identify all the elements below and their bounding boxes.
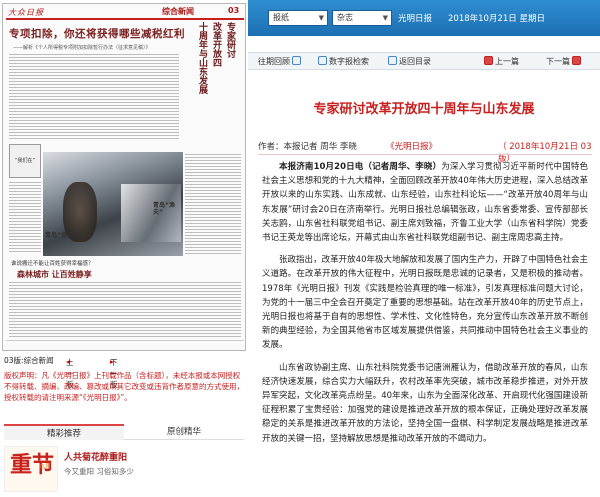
chevron-down-icon: ▼	[382, 14, 388, 22]
thumbnail-text-block	[9, 282, 241, 338]
thumbnail-text-block	[185, 154, 241, 254]
issue-date: 2018年10月21日 星期日	[448, 14, 545, 24]
thumbnail-vertical-headline[interactable]: 专家研讨 改革开放四 十周年与山东发展	[183, 22, 239, 152]
list-icon	[388, 56, 397, 65]
search-button[interactable]: 数字报检索	[318, 56, 369, 67]
thumbnail-side-headline: 青岛“渔夫”	[153, 202, 175, 216]
arrow-right-icon	[572, 56, 581, 65]
article-source-link[interactable]: 《光明日报》	[386, 140, 437, 152]
left-panel: 大众日报 综合新闻 03 专项扣除，你还将获得哪些减税红利 ——解析《个人所得税…	[0, 0, 248, 497]
masthead-logo: 大众日报	[8, 8, 44, 17]
thumbnail-box-ad: “我们在”	[9, 144, 41, 178]
calendar-icon	[292, 56, 301, 65]
thumbnail-page-number: 03	[228, 6, 240, 15]
search-icon	[318, 56, 327, 65]
thumbnail-small-caption: 谁说搬迁不能让百姓获得幸福感？	[11, 261, 94, 267]
title-divider	[258, 154, 592, 155]
arrow-left-icon	[484, 56, 493, 65]
article-paragraph: 山东省政协副主席、山东社科院党委书记唐洲雁认为，借助改革开放的春风，山东经济快速…	[262, 362, 588, 444]
thumbnail-divider	[6, 340, 244, 341]
vertical-headline-part: 改革开放四	[211, 22, 221, 67]
newspaper-page-thumbnail[interactable]: 大众日报 综合新闻 03 专项扣除，你还将获得哪些减税红利 ——解析《个人所得税…	[2, 3, 246, 351]
vertical-headline-part: 十周年与山东发展	[197, 22, 207, 94]
publication-type-select[interactable]: 报纸 ▼	[268, 10, 328, 26]
recommend-card[interactable]: 重节 九月 人共菊花醉重阳 今又重阳 习俗知多少	[4, 444, 244, 494]
prev-article-button[interactable]: 上一篇	[484, 56, 519, 67]
next-article-button[interactable]: 下一篇	[546, 56, 581, 67]
vertical-headline-part: 专家研讨	[225, 22, 235, 58]
thumbnail-headline-main[interactable]: 专项扣除，你还将获得哪些减税红利	[9, 26, 185, 41]
thumbnail-headline-bottom[interactable]: 森林城市 让百姓静享	[17, 269, 92, 280]
back-issues-button[interactable]: 往期回顾	[258, 56, 301, 67]
thumbnail-small-text: 九月	[39, 463, 52, 470]
thumbnail-headline-sub: ——解析《个人所得税专项附加扣除暂行办法（征求意见稿）》	[13, 45, 151, 51]
thumbnail-page-name: 综合新闻	[162, 7, 194, 16]
magazine-select[interactable]: 杂志 ▼	[332, 10, 392, 26]
page-navigation: 03版:综合新闻 ◂ 上一版 下一版 ▸	[4, 356, 118, 389]
tab-featured[interactable]: 精彩推荐	[4, 424, 124, 440]
recommend-subtitle: 今又重阳 习俗知多少	[64, 467, 134, 476]
arrow-right-icon: ▸	[110, 357, 114, 366]
article-byline: 作者：本报记者 周华 李晓	[258, 142, 357, 152]
recommend-thumbnail[interactable]: 重节 九月	[4, 446, 58, 492]
right-panel: 报纸 ▼ 杂志 ▼ 光明日报 2018年10月21日 星期日 往期回顾 数字报检…	[248, 0, 600, 497]
toolbar: 往期回顾 数字报检索 返回目录 上一篇 下一篇	[248, 52, 600, 70]
article-title: 专家研讨改革开放四十周年与山东发展	[313, 102, 535, 117]
tab-original[interactable]: 原创精华	[124, 424, 244, 440]
recommend-tabs: 精彩推荐 原创精华	[4, 424, 244, 440]
recommend-title-link[interactable]: 人共菊花醉重阳	[64, 450, 127, 463]
thumbnail-text-block	[9, 182, 41, 252]
chevron-down-icon: ▼	[318, 14, 324, 22]
article-body: 本报济南10月20日电（记者周华、李晓）为深入学习贯彻习近平新时代中国特色社会主…	[262, 160, 588, 454]
copyright-notice: 版权声明：凡《光明日报》上刊载作品（含标题），未经本报或本网授权不得转载、摘编、…	[4, 371, 244, 402]
thumbnail-photo-caption: 青岛“渔夫”	[45, 232, 77, 239]
current-page-label: 03版:综合新闻	[4, 356, 54, 365]
thumbnail-text-block	[9, 54, 179, 140]
article-paragraph: 本报济南10月20日电（记者周华、李晓）为深入学习贯彻习近平新时代中国特色社会主…	[262, 162, 588, 244]
article-lead: 本报济南10月20日电（记者周华、李晓）	[279, 162, 442, 172]
back-to-toc-button[interactable]: 返回目录	[388, 56, 431, 67]
daily-link[interactable]: 光明日报	[398, 12, 432, 24]
thumbnail-masthead: 大众日报 综合新闻 03	[6, 6, 244, 20]
article-paragraph: 张政指出，改革开放40年极大地解放和发展了国内生产力，开辟了中国特色社会主义道路…	[262, 255, 588, 351]
top-bar: 报纸 ▼ 杂志 ▼ 光明日报 2018年10月21日 星期日	[248, 0, 600, 36]
